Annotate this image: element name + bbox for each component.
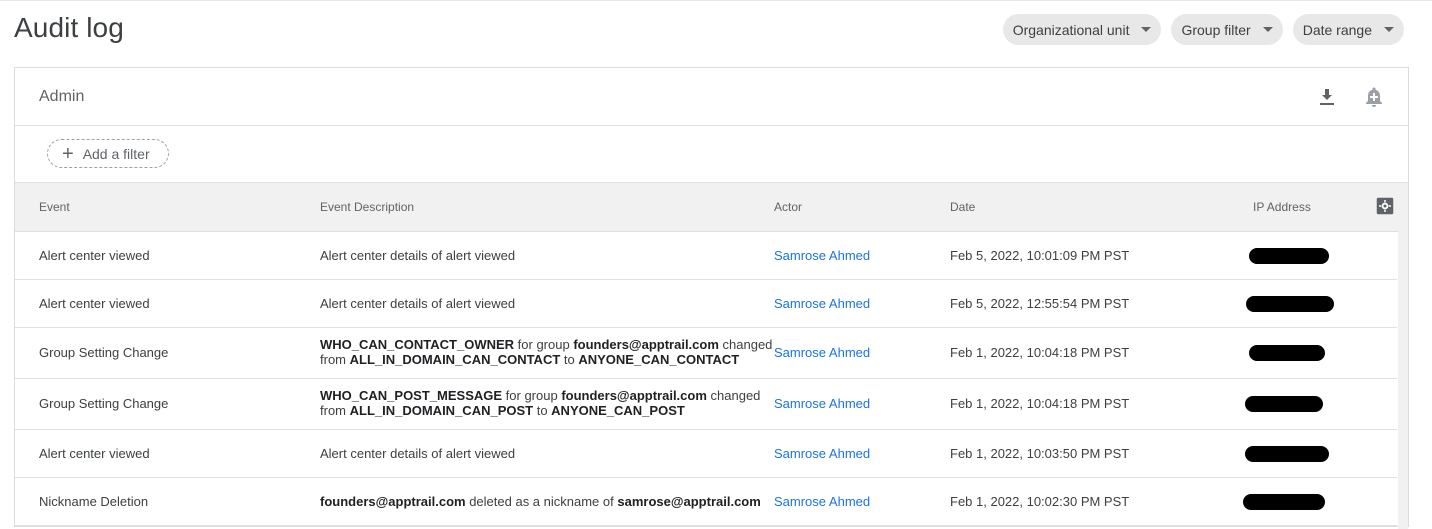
chip-label: Group filter <box>1181 21 1251 38</box>
filter-row: + Add a filter <box>15 126 1408 183</box>
ip-address-redacted <box>1249 248 1329 264</box>
date-cell: Feb 5, 2022, 10:01:09 PM PST <box>950 248 1130 263</box>
card-header: Admin <box>15 68 1408 126</box>
top-divider <box>0 0 1432 1</box>
chip-label: Organizational unit <box>1012 21 1130 38</box>
column-header-date[interactable]: Date <box>950 200 975 214</box>
dropdown-caret-icon <box>1141 27 1152 32</box>
vertical-scrollbar[interactable] <box>1398 229 1408 529</box>
event-cell: Alert center viewed <box>39 446 150 461</box>
table-body: Alert center viewed Alert center details … <box>15 232 1408 526</box>
date-range-chip[interactable]: Date range <box>1292 14 1404 45</box>
description-part: for group <box>502 388 562 403</box>
event-cell: Group Setting Change <box>39 396 169 411</box>
description-part: to <box>533 403 552 418</box>
audit-log-card: Admin + Add a filter Event Event Descrip… <box>14 67 1409 529</box>
description-part: Alert center details of alert viewed <box>320 446 516 461</box>
table-header: Event Event Description Actor Date IP Ad… <box>15 183 1408 232</box>
date-cell: Feb 1, 2022, 10:04:18 PM PST <box>950 345 1130 360</box>
table-row[interactable]: Alert center viewed Alert center details … <box>15 232 1397 280</box>
plus-icon: + <box>62 142 74 165</box>
ip-address-redacted <box>1245 396 1323 412</box>
description-cell: Alert center details of alert viewed <box>320 296 515 311</box>
ip-address-redacted <box>1249 345 1325 361</box>
table-row[interactable]: Alert center viewed Alert center details … <box>15 280 1397 328</box>
actor-link[interactable]: Samrose Ahmed <box>774 296 870 311</box>
event-cell: Alert center viewed <box>39 248 150 263</box>
description-part: changed <box>718 337 773 352</box>
date-cell: Feb 1, 2022, 10:03:50 PM PST <box>950 446 1130 461</box>
chip-label: Date range <box>1302 21 1372 38</box>
gear-icon[interactable] <box>1376 197 1394 215</box>
event-cell: Alert center viewed <box>39 296 150 311</box>
column-header-actor[interactable]: Actor <box>774 200 802 214</box>
description-bold-part: samrose@apptrail.com <box>617 494 761 509</box>
org-unit-filter-chip[interactable]: Organizational unit <box>1002 14 1162 45</box>
group-filter-chip[interactable]: Group filter <box>1171 14 1283 45</box>
event-cell: Nickname Deletion <box>39 494 149 509</box>
column-header-event[interactable]: Event <box>39 200 70 214</box>
description-part: from <box>320 403 350 418</box>
actor-link[interactable]: Samrose Ahmed <box>774 494 870 509</box>
event-cell: Group Setting Change <box>39 345 169 360</box>
table-row[interactable]: Group Setting Change WHO_CAN_CONTACT_OWNE… <box>15 328 1397 379</box>
actor-link[interactable]: Samrose Ahmed <box>774 345 870 360</box>
ip-address-redacted <box>1243 494 1325 510</box>
description-cell: WHO_CAN_CONTACT_OWNER for group founders… <box>320 337 772 367</box>
description-bold-part: founders@apptrail.com <box>320 494 466 509</box>
filter-chips: Organizational unit Group filter Date ra… <box>1002 14 1404 45</box>
add-filter-label: Add a filter <box>82 145 150 162</box>
description-part: from <box>320 352 350 367</box>
date-cell: Feb 5, 2022, 12:55:54 PM PST <box>950 296 1130 311</box>
description-bold-part: ALL_IN_DOMAIN_CAN_POST <box>349 403 534 418</box>
column-header-description[interactable]: Event Description <box>320 200 414 214</box>
table-row[interactable]: Group Setting Change WHO_CAN_POST_MESSAGE… <box>15 379 1397 430</box>
description-bold-part: ALL_IN_DOMAIN_CAN_CONTACT <box>349 352 561 367</box>
actor-link[interactable]: Samrose Ahmed <box>774 396 870 411</box>
add-filter-button[interactable]: + Add a filter <box>47 139 169 168</box>
add-alert-icon[interactable] <box>1362 85 1386 109</box>
description-cell: Alert center details of alert viewed <box>320 248 515 263</box>
download-icon[interactable] <box>1315 85 1339 109</box>
description-bold-part: ANYONE_CAN_POST <box>551 403 685 418</box>
page-title: Audit log <box>14 12 124 43</box>
actor-link[interactable]: Samrose Ahmed <box>774 248 870 263</box>
description-part: Alert center details of alert viewed <box>320 248 516 263</box>
description-bold-part: ANYONE_CAN_CONTACT <box>578 352 740 367</box>
column-header-ip-address[interactable]: IP Address <box>1253 200 1311 214</box>
table-row[interactable]: Nickname Deletion founders@apptrail.com d… <box>15 478 1397 526</box>
description-cell: Alert center details of alert viewed <box>320 446 515 461</box>
ip-address-redacted <box>1245 446 1329 462</box>
description-part: for group <box>514 337 574 352</box>
description-part: deleted as a nickname of <box>465 494 618 509</box>
ip-address-redacted <box>1246 296 1334 312</box>
description-part: changed <box>706 388 761 403</box>
description-bold-part: founders@apptrail.com <box>573 337 719 352</box>
date-cell: Feb 1, 2022, 10:04:18 PM PST <box>950 396 1130 411</box>
description-bold-part: WHO_CAN_POST_MESSAGE <box>320 388 503 403</box>
description-bold-part: founders@apptrail.com <box>561 388 707 403</box>
description-cell: founders@apptrail.com deleted as a nickn… <box>320 494 761 509</box>
dropdown-caret-icon <box>1384 27 1394 32</box>
card-title: Admin <box>39 88 85 105</box>
description-bold-part: WHO_CAN_CONTACT_OWNER <box>320 337 515 352</box>
table-row[interactable]: Alert center viewed Alert center details … <box>15 430 1397 478</box>
date-cell: Feb 1, 2022, 10:02:30 PM PST <box>950 494 1130 509</box>
description-part: Alert center details of alert viewed <box>320 296 516 311</box>
description-cell: WHO_CAN_POST_MESSAGE for group founders@… <box>320 388 760 418</box>
description-part: to <box>560 352 579 367</box>
actor-link[interactable]: Samrose Ahmed <box>774 446 870 461</box>
dropdown-caret-icon <box>1262 27 1273 32</box>
